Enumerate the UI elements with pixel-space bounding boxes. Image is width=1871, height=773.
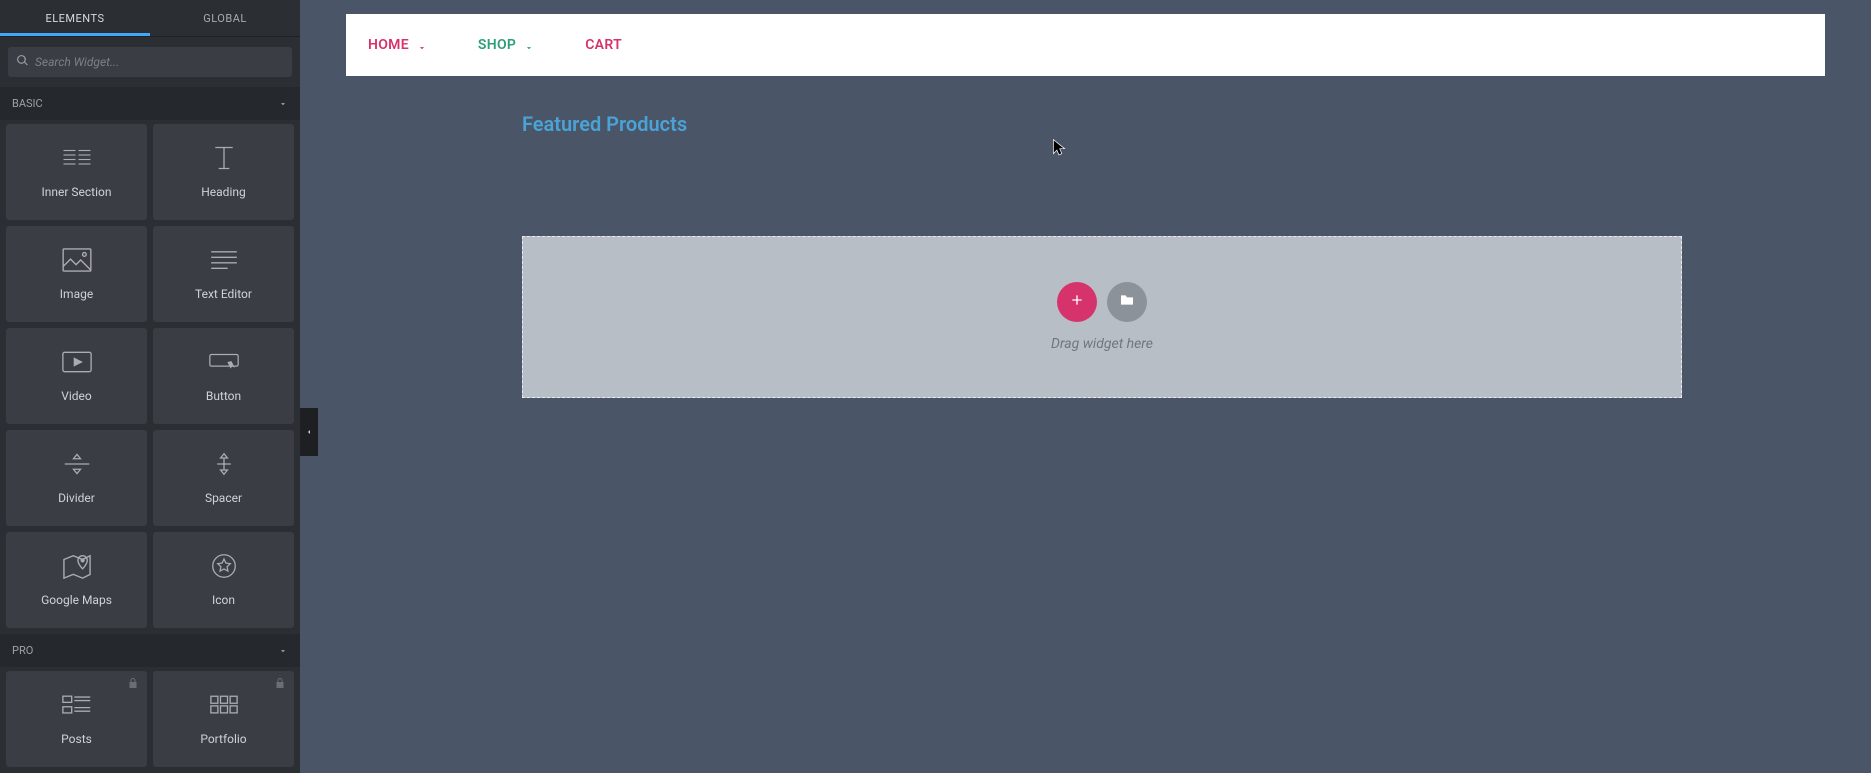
star-circle-icon xyxy=(209,553,239,579)
tab-elements[interactable]: ELEMENTS xyxy=(0,0,150,36)
nav-label: SHOP xyxy=(478,37,516,53)
search-wrap xyxy=(0,37,300,87)
nav-cart[interactable]: CART xyxy=(585,37,622,53)
search-icon xyxy=(16,54,35,70)
plus-icon xyxy=(1069,292,1085,312)
dropzone-hint: Drag widget here xyxy=(1051,336,1153,352)
widget-label: Icon xyxy=(212,593,235,607)
nav-shop[interactable]: SHOP xyxy=(478,37,533,53)
widget-button[interactable]: Button xyxy=(153,328,294,424)
image-icon xyxy=(62,247,92,273)
chevron-left-icon xyxy=(305,423,313,442)
widget-grid-pro: Posts Portfolio xyxy=(0,667,300,773)
widget-label: Google Maps xyxy=(41,593,112,607)
site-nav: HOME SHOP CART xyxy=(346,14,1825,76)
widget-label: Divider xyxy=(58,491,95,505)
map-icon xyxy=(62,553,92,579)
tab-elements-label: ELEMENTS xyxy=(46,12,105,25)
widget-portfolio[interactable]: Portfolio xyxy=(153,671,294,767)
nav-home[interactable]: HOME xyxy=(368,37,426,53)
widget-label: Heading xyxy=(201,185,246,199)
collapse-sidebar-button[interactable] xyxy=(300,408,318,456)
widget-video[interactable]: Video xyxy=(6,328,147,424)
heading-icon xyxy=(209,145,239,171)
preview-page: HOME SHOP CART Featured Products xyxy=(346,14,1825,398)
widget-label: Inner Section xyxy=(41,185,111,199)
widget-spacer[interactable]: Spacer xyxy=(153,430,294,526)
chevron-down-icon xyxy=(278,99,288,109)
widget-google-maps[interactable]: Google Maps xyxy=(6,532,147,628)
button-icon xyxy=(209,349,239,375)
inner-section-icon xyxy=(62,145,92,171)
featured-products-heading[interactable]: Featured Products xyxy=(522,112,1825,136)
sidebar: ELEMENTS GLOBAL BASIC xyxy=(0,0,300,773)
widget-inner-section[interactable]: Inner Section xyxy=(6,124,147,220)
widget-image[interactable]: Image xyxy=(6,226,147,322)
widget-label: Video xyxy=(61,389,92,403)
chevron-down-icon xyxy=(417,41,426,50)
nav-label: HOME xyxy=(368,37,409,53)
preview-canvas: HOME SHOP CART Featured Products xyxy=(300,0,1871,773)
widget-text-editor[interactable]: Text Editor xyxy=(153,226,294,322)
widget-posts[interactable]: Posts xyxy=(6,671,147,767)
widget-label: Spacer xyxy=(205,491,242,505)
widget-label: Image xyxy=(60,287,93,301)
portfolio-icon xyxy=(209,692,239,718)
section-pro-head[interactable]: PRO xyxy=(0,634,300,667)
chevron-down-icon xyxy=(524,41,533,50)
section-basic-title: BASIC xyxy=(12,97,43,110)
lock-icon xyxy=(127,677,139,689)
widget-label: Portfolio xyxy=(200,732,246,746)
nav-label: CART xyxy=(585,37,622,53)
add-section-button[interactable] xyxy=(1057,282,1097,322)
widget-heading[interactable]: Heading xyxy=(153,124,294,220)
video-icon xyxy=(62,349,92,375)
tab-global[interactable]: GLOBAL xyxy=(150,0,300,36)
sidebar-tabs: ELEMENTS GLOBAL xyxy=(0,0,300,37)
section-basic-head[interactable]: BASIC xyxy=(0,87,300,120)
folder-icon xyxy=(1119,292,1135,312)
dropzone-buttons xyxy=(1057,282,1147,322)
widget-divider[interactable]: Divider xyxy=(6,430,147,526)
tab-global-label: GLOBAL xyxy=(203,12,247,25)
spacer-icon xyxy=(209,451,239,477)
template-library-button[interactable] xyxy=(1107,282,1147,322)
text-editor-icon xyxy=(209,247,239,273)
section-pro-title: PRO xyxy=(12,644,33,657)
widget-label: Button xyxy=(206,389,241,403)
search-box[interactable] xyxy=(8,47,292,77)
search-input[interactable] xyxy=(35,55,284,69)
lock-icon xyxy=(274,677,286,689)
widget-grid-basic: Inner Section Heading Image xyxy=(0,120,300,634)
posts-icon xyxy=(62,692,92,718)
divider-icon xyxy=(62,451,92,477)
chevron-down-icon xyxy=(278,646,288,656)
dropzone[interactable]: Drag widget here xyxy=(522,236,1682,398)
widget-label: Posts xyxy=(61,732,92,746)
widget-icon[interactable]: Icon xyxy=(153,532,294,628)
widget-label: Text Editor xyxy=(195,287,252,301)
